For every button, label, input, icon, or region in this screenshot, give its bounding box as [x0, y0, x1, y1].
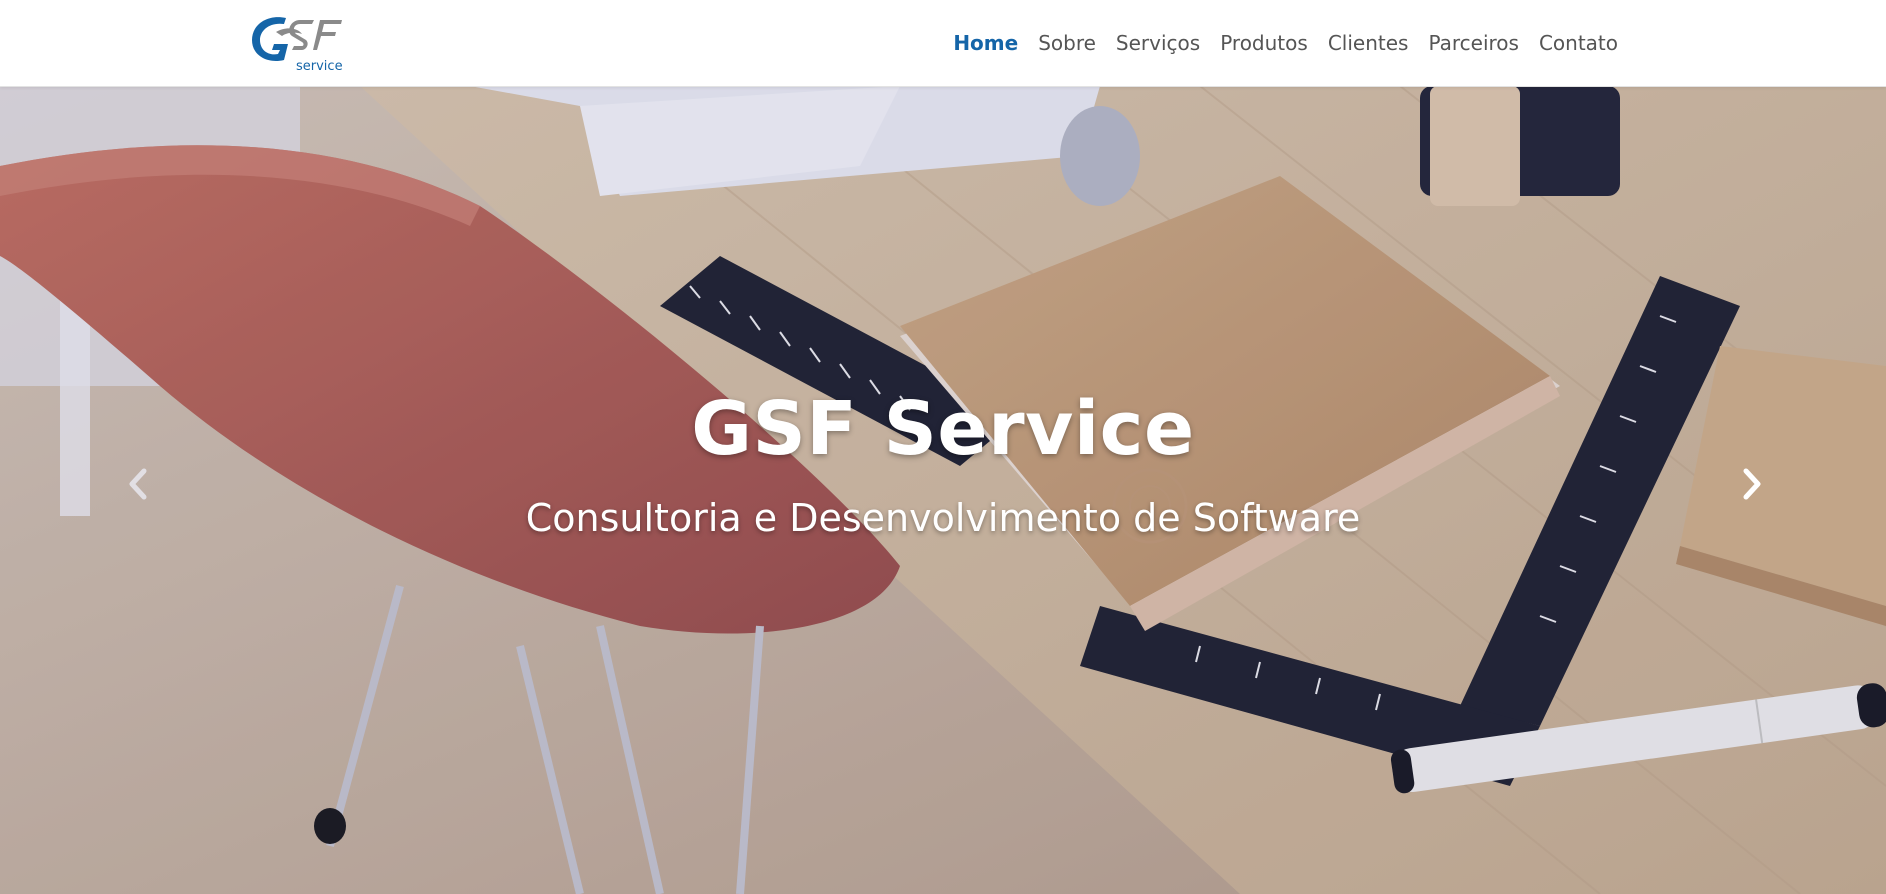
carousel-prev-button[interactable]	[118, 454, 158, 514]
brand-logo[interactable]: service	[246, 10, 364, 74]
nav-item-clientes[interactable]: Clientes	[1318, 31, 1419, 55]
hero-title: GSF Service	[691, 386, 1195, 472]
navbar: service Home Sobre Serviços Produtos Cli…	[0, 0, 1886, 87]
hero-overlay	[0, 86, 1886, 894]
hero-carousel: GSF Service Consultoria e Desenvolviment…	[0, 86, 1886, 894]
chevron-right-icon	[1743, 468, 1761, 500]
nav-item-parceiros[interactable]: Parceiros	[1418, 31, 1529, 55]
nav-item-servicos[interactable]: Serviços	[1106, 31, 1210, 55]
main-nav: Home Sobre Serviços Produtos Clientes Pa…	[943, 0, 1628, 86]
gsf-logo-icon: service	[252, 17, 343, 74]
chevron-left-icon	[129, 468, 147, 500]
nav-item-contato[interactable]: Contato	[1529, 31, 1628, 55]
logo-subtext: service	[296, 59, 343, 74]
nav-item-home[interactable]: Home	[943, 31, 1028, 55]
hero-subtitle: Consultoria e Desenvolvimento de Softwar…	[525, 496, 1361, 540]
nav-item-produtos[interactable]: Produtos	[1210, 31, 1318, 55]
nav-item-sobre[interactable]: Sobre	[1028, 31, 1106, 55]
carousel-next-button[interactable]	[1732, 454, 1772, 514]
